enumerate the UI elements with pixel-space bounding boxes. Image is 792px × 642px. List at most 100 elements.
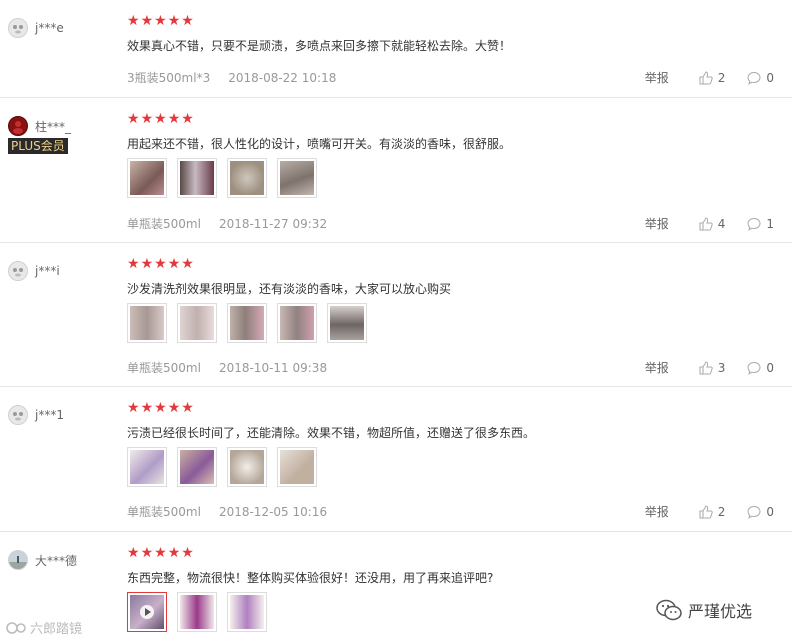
review-photo[interactable] <box>177 592 217 632</box>
reviewer: j***i <box>8 261 60 281</box>
like-button[interactable]: 3 <box>699 360 725 375</box>
avatar[interactable] <box>8 18 28 38</box>
star-icon: ★ <box>140 545 154 561</box>
report-link[interactable]: 举报 <box>645 69 669 86</box>
comment-icon <box>747 361 761 375</box>
product-spec: 3瓶装500ml*3 <box>127 71 211 85</box>
star-icon: ★ <box>127 111 140 127</box>
default-avatar-icon <box>9 262 27 280</box>
user-avatar-icon <box>9 551 27 569</box>
comment-icon <box>747 71 761 85</box>
review-actions: 举报 4 1 <box>645 215 774 232</box>
photo-strip <box>127 158 317 198</box>
report-link[interactable]: 举报 <box>645 215 669 232</box>
star-icon: ★ <box>181 400 194 416</box>
review-actions: 举报 3 0 <box>645 359 774 376</box>
avatar[interactable] <box>8 550 28 570</box>
review-photo[interactable] <box>277 158 317 198</box>
review-photo[interactable] <box>127 158 167 198</box>
like-button[interactable]: 4 <box>699 217 725 231</box>
star-icon: ★ <box>127 256 140 272</box>
review-text: 污渍已经很长时间了，还能清除。效果不错，物超所值，还赠送了很多东西。 <box>127 426 536 440</box>
star-rating: ★ ★ ★ ★ ★ <box>127 14 194 28</box>
comment-icon <box>747 217 761 231</box>
star-icon: ★ <box>167 256 181 272</box>
review-photo[interactable] <box>227 447 267 487</box>
photo-strip <box>127 303 367 343</box>
star-icon: ★ <box>140 111 154 127</box>
review-photo[interactable] <box>227 592 267 632</box>
wechat-icon <box>656 599 682 621</box>
star-icon: ★ <box>127 545 140 561</box>
review-photo[interactable] <box>277 303 317 343</box>
like-button[interactable]: 2 <box>699 70 726 85</box>
like-count: 2 <box>717 504 726 519</box>
review-date: 2018-08-22 10:18 <box>228 71 337 85</box>
star-icon: ★ <box>140 13 154 29</box>
review-photo[interactable] <box>177 447 217 487</box>
review-actions: 举报 2 0 <box>645 503 774 520</box>
comment-count: 0 <box>766 70 774 85</box>
default-avatar-icon <box>9 406 27 424</box>
review-meta: 单瓶装500ml 2018-11-27 09:32 <box>127 215 327 232</box>
thumbs-up-icon <box>699 360 713 374</box>
star-icon: ★ <box>154 13 167 29</box>
avatar[interactable] <box>8 261 28 281</box>
product-spec: 单瓶装500ml <box>127 217 201 231</box>
comment-button[interactable]: 0 <box>747 505 774 519</box>
star-icon: ★ <box>167 400 181 416</box>
username: j***1 <box>35 408 64 422</box>
like-button[interactable]: 2 <box>699 504 726 519</box>
reviewer: 柱***_ <box>8 116 71 136</box>
like-count: 2 <box>717 70 726 85</box>
photo-strip <box>127 592 267 632</box>
review-photo[interactable] <box>227 303 267 343</box>
avatar[interactable] <box>8 405 28 425</box>
comment-count: 1 <box>766 216 774 231</box>
comment-button[interactable]: 0 <box>747 361 774 375</box>
comment-count: 0 <box>766 504 774 519</box>
star-rating: ★ ★ ★ ★ ★ <box>127 546 194 560</box>
review-text: 东西完整，物流很快！整体购买体验很好！还没用，用了再来追评吧? <box>127 571 494 585</box>
comment-button[interactable]: 0 <box>747 71 774 85</box>
star-icon: ★ <box>181 256 194 272</box>
star-icon: ★ <box>181 545 194 561</box>
star-icon: ★ <box>167 111 181 127</box>
review-video[interactable] <box>127 592 167 632</box>
review-photo[interactable] <box>177 303 217 343</box>
plus-member-badge: PLUS会员 <box>8 138 68 154</box>
review-photo[interactable] <box>227 158 267 198</box>
star-rating: ★ ★ ★ ★ ★ <box>127 401 194 415</box>
star-icon: ★ <box>181 111 194 127</box>
star-icon: ★ <box>154 256 167 272</box>
review-date: 2018-12-05 10:16 <box>218 505 328 519</box>
photo-strip <box>127 447 317 487</box>
comment-button[interactable]: 1 <box>747 217 774 231</box>
review-photo[interactable] <box>127 447 167 487</box>
review-text: 用起来还不错，很人性化的设计，喷嘴可开关。有淡淡的香味，很舒服。 <box>127 137 512 151</box>
star-icon: ★ <box>154 111 167 127</box>
review-text: 沙发清洗剂效果很明显，还有淡淡的香味，大家可以放心购买 <box>127 282 452 296</box>
review-item: 大***德 ★ ★ ★ ★ ★ 东西完整，物流很快！整体购买体验很好！还没用，用了再来追… <box>0 532 792 642</box>
avatar[interactable] <box>8 116 28 136</box>
report-link[interactable]: 举报 <box>645 503 669 520</box>
reviewer: j***1 <box>8 405 64 425</box>
thumbs-up-icon <box>699 504 713 518</box>
review-meta: 3瓶装500ml*3 2018-08-22 10:18 <box>127 69 336 86</box>
star-icon: ★ <box>167 13 181 29</box>
star-icon: ★ <box>140 256 154 272</box>
review-photo[interactable] <box>127 303 167 343</box>
review-meta: 单瓶装500ml 2018-10-11 09:38 <box>127 359 327 376</box>
review-item: j***1 ★ ★ ★ ★ ★ 污渍已经很长时间了，还能清除。效果不错，物超所值，还赠送… <box>0 387 792 532</box>
watermark-left-text: 六郎踏镜 <box>30 622 83 637</box>
review-photo[interactable] <box>327 303 367 343</box>
play-icon <box>140 605 154 619</box>
watermark-left: 六郎踏镜 <box>6 618 82 637</box>
username: 柱***_ <box>35 119 72 134</box>
user-avatar-icon <box>9 117 27 135</box>
report-link[interactable]: 举报 <box>645 359 669 376</box>
review-actions: 举报 2 0 <box>645 69 774 86</box>
thumbs-up-icon <box>699 70 713 84</box>
review-photo[interactable] <box>277 447 317 487</box>
review-photo[interactable] <box>177 158 217 198</box>
